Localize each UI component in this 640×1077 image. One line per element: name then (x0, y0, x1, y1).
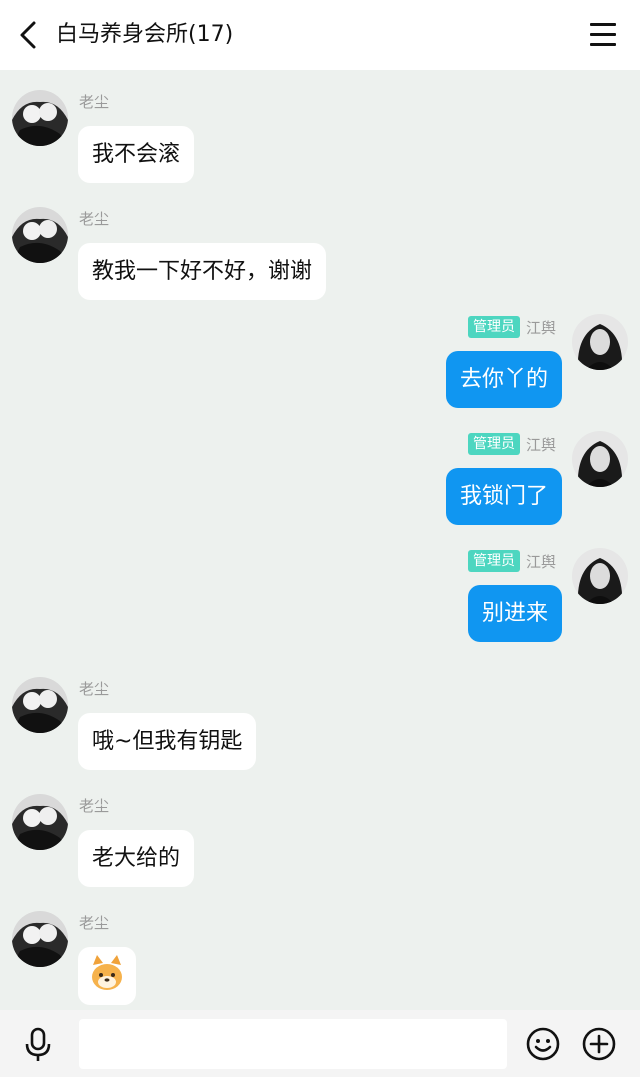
sender-name: 老尘 (79, 93, 110, 111)
sender-name: 老尘 (79, 797, 110, 815)
avatar[interactable] (572, 314, 628, 370)
sender-meta: 管理员 江舆 (467, 550, 556, 572)
message-bubble[interactable]: 教我一下好不好，谢谢 (78, 243, 327, 300)
avatar[interactable] (12, 911, 68, 967)
sender-name: 老尘 (79, 914, 110, 932)
message-bubble[interactable]: 去你丫的 (445, 351, 562, 408)
sender-meta: 管理员 江舆 (467, 433, 556, 455)
message-input[interactable] (79, 1019, 507, 1069)
chat-header: 白马养身会所(17) (0, 0, 640, 70)
avatar[interactable] (12, 207, 68, 263)
admin-badge: 管理员 (467, 316, 520, 338)
message-list[interactable]: 老尘 我不会滚 老尘 教我一下好不好，谢谢 管理员 江舆 去你丫的 管理员 江舆… (0, 70, 640, 1010)
avatar[interactable] (12, 90, 68, 146)
chat-title: 白马养身会所(17) (56, 22, 234, 47)
message-bubble[interactable] (78, 947, 136, 1005)
sender-name: 江舆 (525, 318, 556, 337)
dog-face-emoji-icon (92, 955, 122, 990)
message-bubble[interactable]: 老大给的 (78, 830, 195, 887)
smiley-icon[interactable] (525, 1026, 561, 1062)
admin-badge: 管理员 (467, 550, 520, 572)
menu-icon[interactable] (590, 23, 616, 47)
avatar[interactable] (572, 431, 628, 487)
message-bubble[interactable]: 我锁门了 (445, 468, 562, 525)
plus-circle-icon[interactable] (581, 1026, 617, 1062)
message-bubble[interactable]: 别进来 (467, 585, 562, 642)
admin-badge: 管理员 (467, 433, 520, 455)
back-chevron-icon[interactable] (14, 20, 42, 50)
microphone-icon[interactable] (22, 1027, 54, 1063)
avatar[interactable] (572, 548, 628, 604)
input-bar (0, 1010, 640, 1077)
sender-name: 江舆 (525, 435, 556, 454)
message-bubble[interactable]: 哦~但我有钥匙 (78, 713, 257, 770)
sender-meta: 管理员 江舆 (467, 316, 556, 338)
sender-name: 江舆 (525, 552, 556, 571)
avatar[interactable] (12, 677, 68, 733)
sender-name: 老尘 (79, 680, 110, 698)
avatar[interactable] (12, 794, 68, 850)
sender-name: 老尘 (79, 210, 110, 228)
message-bubble[interactable]: 我不会滚 (78, 126, 195, 183)
